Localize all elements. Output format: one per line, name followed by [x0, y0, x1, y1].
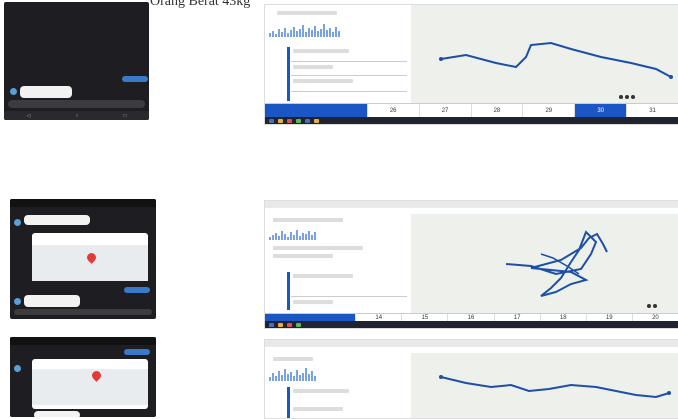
- timeline-date[interactable]: 28: [472, 104, 524, 118]
- phone-nav-bar: ◁ ○ □: [4, 111, 149, 120]
- search-field[interactable]: [273, 218, 343, 222]
- place-entry[interactable]: [293, 300, 333, 304]
- phone-screenshot-1: ◁ ○ □: [4, 2, 149, 120]
- app-icon[interactable]: [296, 322, 301, 327]
- route-line: [439, 375, 671, 399]
- desktop-screenshot-2: 14 15 16 17 18 19 20: [264, 200, 678, 329]
- divider: [291, 61, 407, 62]
- folder-icon[interactable]: [278, 118, 283, 123]
- divider: [291, 91, 407, 92]
- app-icon[interactable]: [305, 118, 310, 123]
- message-time-badge: [124, 287, 150, 293]
- avatar: [14, 365, 21, 372]
- message-time-badge: [124, 349, 150, 355]
- divider: [291, 296, 407, 297]
- app-icon[interactable]: [296, 118, 301, 123]
- start-icon[interactable]: [269, 322, 274, 327]
- map-controls[interactable]: [619, 95, 635, 99]
- route-line: [505, 230, 608, 297]
- location-subtitle: [273, 254, 333, 258]
- desktop-screenshot-3: [264, 339, 678, 419]
- timeline-date[interactable]: 30: [575, 104, 628, 118]
- home-icon[interactable]: ○: [75, 113, 78, 119]
- taskbar: [265, 117, 678, 124]
- location-map-preview: [32, 369, 148, 405]
- message-input[interactable]: [8, 100, 145, 108]
- browser-tabs: [265, 340, 678, 347]
- timeline-track: [287, 47, 290, 101]
- activity-bars: [269, 228, 316, 240]
- timeline-date[interactable]: 31: [627, 104, 678, 118]
- map-controls[interactable]: [647, 304, 657, 308]
- search-field[interactable]: [273, 357, 313, 361]
- desktop-screenshot-1: 26 27 28 29 30 31: [264, 4, 678, 125]
- timeline-date-selected[interactable]: [265, 104, 368, 118]
- map-view[interactable]: [411, 5, 678, 103]
- timeline-track: [287, 272, 290, 310]
- location-card[interactable]: [32, 233, 148, 281]
- phone-screenshot-2: [10, 199, 156, 319]
- browser-icon[interactable]: [287, 118, 292, 123]
- timeline-panel: [265, 5, 412, 103]
- place-entry[interactable]: [293, 49, 349, 53]
- message-bubble: [24, 215, 90, 225]
- place-entry[interactable]: [293, 65, 333, 69]
- message-time-badge: [122, 76, 148, 82]
- place-entry[interactable]: [293, 407, 343, 411]
- place-entry[interactable]: [293, 79, 353, 83]
- message-input[interactable]: [14, 309, 152, 315]
- timeline-date[interactable]: 29: [523, 104, 576, 118]
- browser-tabs: [265, 201, 678, 208]
- recent-icon[interactable]: □: [123, 113, 126, 119]
- place-entry[interactable]: [293, 274, 353, 278]
- back-icon[interactable]: ◁: [27, 113, 31, 119]
- place-entry[interactable]: [293, 389, 349, 393]
- timeline-track: [287, 387, 290, 418]
- timeline-date[interactable]: 26: [368, 104, 420, 118]
- map-view[interactable]: [411, 353, 678, 418]
- avatar: [14, 219, 21, 226]
- map-view[interactable]: [411, 214, 678, 313]
- folder-icon[interactable]: [278, 322, 283, 327]
- avatar: [14, 298, 21, 305]
- location-card[interactable]: [32, 359, 148, 409]
- route-line: [439, 41, 673, 79]
- divider: [291, 75, 407, 76]
- browser-icon[interactable]: [287, 322, 292, 327]
- page-caption: Orang Berat 43kg: [150, 0, 251, 9]
- avatar: [10, 88, 17, 95]
- timeline-panel: [265, 214, 412, 313]
- message-bubble: [20, 86, 72, 98]
- phone-screenshot-3: [10, 337, 156, 417]
- taskbar: [265, 321, 678, 328]
- message-bubble: [34, 411, 80, 417]
- status-bar: [10, 337, 156, 345]
- timeline-date[interactable]: 27: [420, 104, 472, 118]
- start-icon[interactable]: [269, 118, 274, 123]
- app-icon[interactable]: [314, 118, 319, 123]
- status-bar: [10, 199, 156, 207]
- timeline-panel: [265, 353, 412, 418]
- message-bubble: [24, 295, 80, 307]
- location-title: [273, 246, 363, 250]
- activity-bars: [269, 367, 316, 381]
- activity-bars: [269, 23, 340, 37]
- search-field[interactable]: [277, 11, 337, 15]
- date-timeline: 26 27 28 29 30 31: [265, 103, 678, 118]
